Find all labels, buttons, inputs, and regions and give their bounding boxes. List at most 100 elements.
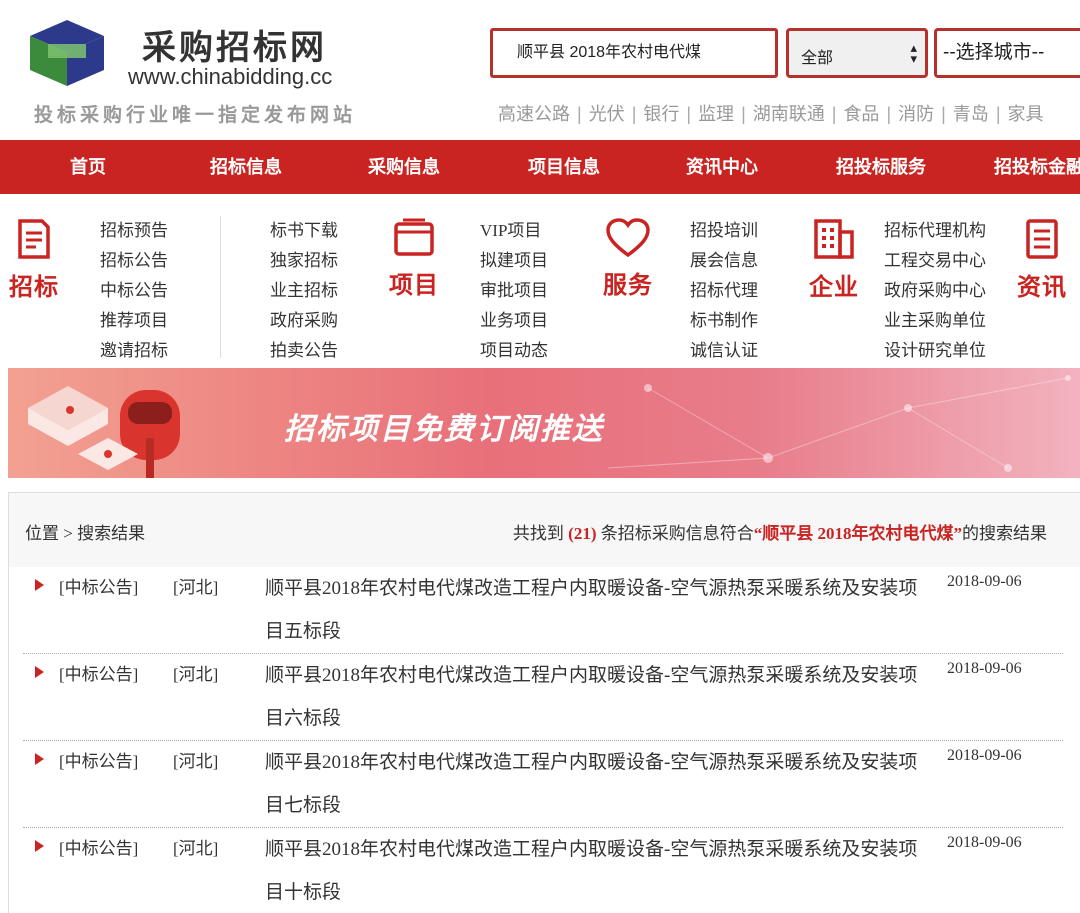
search-results: 位置 > 搜索结果 共找到 (21) 条招标采购信息符合“顺平县 2018年农村… [8, 492, 1080, 913]
category-link[interactable]: 业务项目 [480, 306, 548, 336]
notice-title[interactable]: 顺平县2018年农村电代煤改造工程户内取暖设备-空气源热泵采暖系统及安装项目七标… [265, 741, 925, 827]
hot-link[interactable]: 消防 [898, 104, 934, 124]
category-link[interactable]: 拍卖公告 [270, 336, 338, 366]
category-bidding[interactable]: 招标 [4, 218, 64, 302]
notice-date: 2018-09-06 [947, 834, 1022, 851]
notice-date: 2018-09-06 [947, 747, 1022, 764]
divider: | [631, 104, 637, 124]
bullet-arrow-icon [35, 579, 44, 591]
notice-region[interactable]: [河北] [173, 660, 218, 685]
notice-title[interactable]: 顺平县2018年农村电代煤改造工程户内取暖设备-空气源热泵采暖系统及安装项目十标… [265, 828, 925, 913]
category-service[interactable]: 服务 [598, 218, 658, 300]
city-select[interactable]: --选择城市-- [934, 28, 1080, 78]
nav-bidding-info[interactable]: 招标信息 [210, 140, 282, 194]
notice-type[interactable]: [中标公告] [59, 573, 138, 598]
category-link[interactable]: 设计研究单位 [884, 336, 986, 366]
category-link[interactable]: 招标公告 [100, 246, 168, 276]
category-project[interactable]: 项目 [384, 218, 444, 300]
category-label: 项目 [389, 272, 439, 299]
notice-title[interactable]: 顺平县2018年农村电代煤改造工程户内取暖设备-空气源热泵采暖系统及安装项目五标… [265, 567, 925, 653]
divider [220, 216, 221, 358]
category-link[interactable]: 业主招标 [270, 276, 338, 306]
scope-select[interactable]: 全部 ▴ ▾ [786, 28, 928, 78]
hot-link[interactable]: 湖南联通 [753, 104, 825, 124]
breadcrumb: 位置 > 搜索结果 [25, 524, 146, 543]
results-header: 位置 > 搜索结果 共找到 (21) 条招标采购信息符合“顺平县 2018年农村… [9, 493, 1080, 567]
category-label: 企业 [809, 274, 859, 301]
result-row[interactable]: [中标公告] [河北] 顺平县2018年农村电代煤改造工程户内取暖设备-空气源热… [23, 654, 1063, 741]
category-link[interactable]: 业主采购单位 [884, 306, 986, 336]
site-domain: www.chinabidding.cc [128, 64, 333, 89]
notice-date: 2018-09-06 [947, 573, 1022, 590]
category-link[interactable]: 诚信认证 [690, 336, 758, 366]
nav-bid-finance[interactable]: 招投标金融 [994, 140, 1080, 194]
category-link[interactable]: 招标预告 [100, 216, 168, 246]
result-row[interactable]: [中标公告] [河北] 顺平县2018年农村电代煤改造工程户内取暖设备-空气源热… [23, 741, 1063, 828]
category-link[interactable]: 招标代理机构 [884, 216, 986, 246]
notice-date: 2018-09-06 [947, 660, 1022, 677]
category-link[interactable]: VIP项目 [480, 216, 548, 246]
project-links: VIP项目 拟建项目 审批项目 业务项目 项目动态 [480, 216, 548, 366]
notice-type[interactable]: [中标公告] [59, 747, 138, 772]
category-link[interactable]: 推荐项目 [100, 306, 168, 336]
nav-news-center[interactable]: 资讯中心 [686, 140, 758, 194]
divider: | [941, 104, 946, 124]
category-link[interactable]: 邀请招标 [100, 336, 168, 366]
notice-type[interactable]: [中标公告] [59, 834, 138, 859]
category-link[interactable]: 招标代理 [690, 276, 758, 306]
bidding-links-col1: 招标预告 招标公告 中标公告 推荐项目 邀请招标 [100, 216, 168, 366]
result-count: (21) [568, 524, 597, 543]
category-link[interactable]: 标书下载 [270, 216, 338, 246]
logo-icon[interactable] [28, 18, 106, 88]
bullet-arrow-icon [35, 840, 44, 852]
category-enterprise[interactable]: 企业 [804, 218, 864, 302]
summary-suffix: 的搜索结果 [962, 524, 1047, 543]
scope-select-value: 全部 [801, 50, 834, 67]
search-input[interactable]: 顺平县 2018年农村电代煤 [490, 28, 778, 78]
hot-link[interactable]: 青岛 [953, 104, 989, 124]
category-link[interactable]: 独家招标 [270, 246, 338, 276]
category-link[interactable]: 标书制作 [690, 306, 758, 336]
subscribe-banner[interactable]: 招标项目免费订阅推送 [8, 368, 1080, 478]
category-link[interactable]: 政府采购中心 [884, 276, 986, 306]
bidding-links-col2: 标书下载 独家招标 业主招标 政府采购 拍卖公告 [270, 216, 338, 366]
notice-region[interactable]: [河北] [173, 573, 218, 598]
divider: | [686, 104, 692, 124]
result-row[interactable]: [中标公告] [河北] 顺平县2018年农村电代煤改造工程户内取暖设备-空气源热… [23, 567, 1063, 654]
notice-type[interactable]: [中标公告] [59, 660, 138, 685]
category-link[interactable]: 项目动态 [480, 336, 548, 366]
notice-title[interactable]: 顺平县2018年农村电代煤改造工程户内取暖设备-空气源热泵采暖系统及安装项目六标… [265, 654, 925, 740]
category-link[interactable]: 展会信息 [690, 246, 758, 276]
nav-procurement-info[interactable]: 采购信息 [368, 140, 440, 194]
divider: | [886, 104, 892, 124]
divider: | [831, 104, 837, 124]
category-link[interactable]: 招投培训 [690, 216, 758, 246]
hot-link[interactable]: 监理 [698, 104, 734, 124]
result-row[interactable]: [中标公告] [河北] 顺平县2018年农村电代煤改造工程户内取暖设备-空气源热… [23, 828, 1063, 913]
category-link[interactable]: 审批项目 [480, 276, 548, 306]
hot-link[interactable]: 家具 [1008, 104, 1044, 124]
category-news[interactable]: 资讯 [1012, 218, 1072, 302]
category-link[interactable]: 拟建项目 [480, 246, 548, 276]
notice-region[interactable]: [河北] [173, 747, 218, 772]
banner-text: 招标项目免费订阅推送 [284, 413, 604, 446]
category-link[interactable]: 中标公告 [100, 276, 168, 306]
hot-links: 高速公路 | 光伏 | 银行 | 监理 | 湖南联通 | 食品 | 消防 | 青岛 | 家具 [498, 100, 1044, 126]
category-link[interactable]: 政府采购 [270, 306, 338, 336]
nav-home[interactable]: 首页 [70, 140, 106, 194]
notice-region[interactable]: [河北] [173, 834, 218, 859]
enterprise-links: 招标代理机构 工程交易中心 政府采购中心 业主采购单位 设计研究单位 [884, 216, 986, 366]
results-summary: 共找到 (21) 条招标采购信息符合“顺平县 2018年农村电代煤”的搜索结果 [513, 519, 1047, 544]
category-link[interactable]: 工程交易中心 [884, 246, 986, 276]
category-label: 资讯 [1017, 274, 1067, 301]
hot-link[interactable]: 食品 [843, 104, 879, 124]
hot-link[interactable]: 银行 [643, 104, 679, 124]
nav-bid-services[interactable]: 招投标服务 [836, 140, 926, 194]
hot-link[interactable]: 光伏 [589, 104, 625, 124]
heart-icon [606, 218, 650, 258]
hot-link[interactable]: 高速公路 [498, 104, 570, 124]
divider: | [577, 104, 582, 124]
nav-project-info[interactable]: 项目信息 [528, 140, 600, 194]
site-name[interactable]: 采购招标网 [142, 20, 327, 69]
divider: | [995, 104, 1001, 124]
